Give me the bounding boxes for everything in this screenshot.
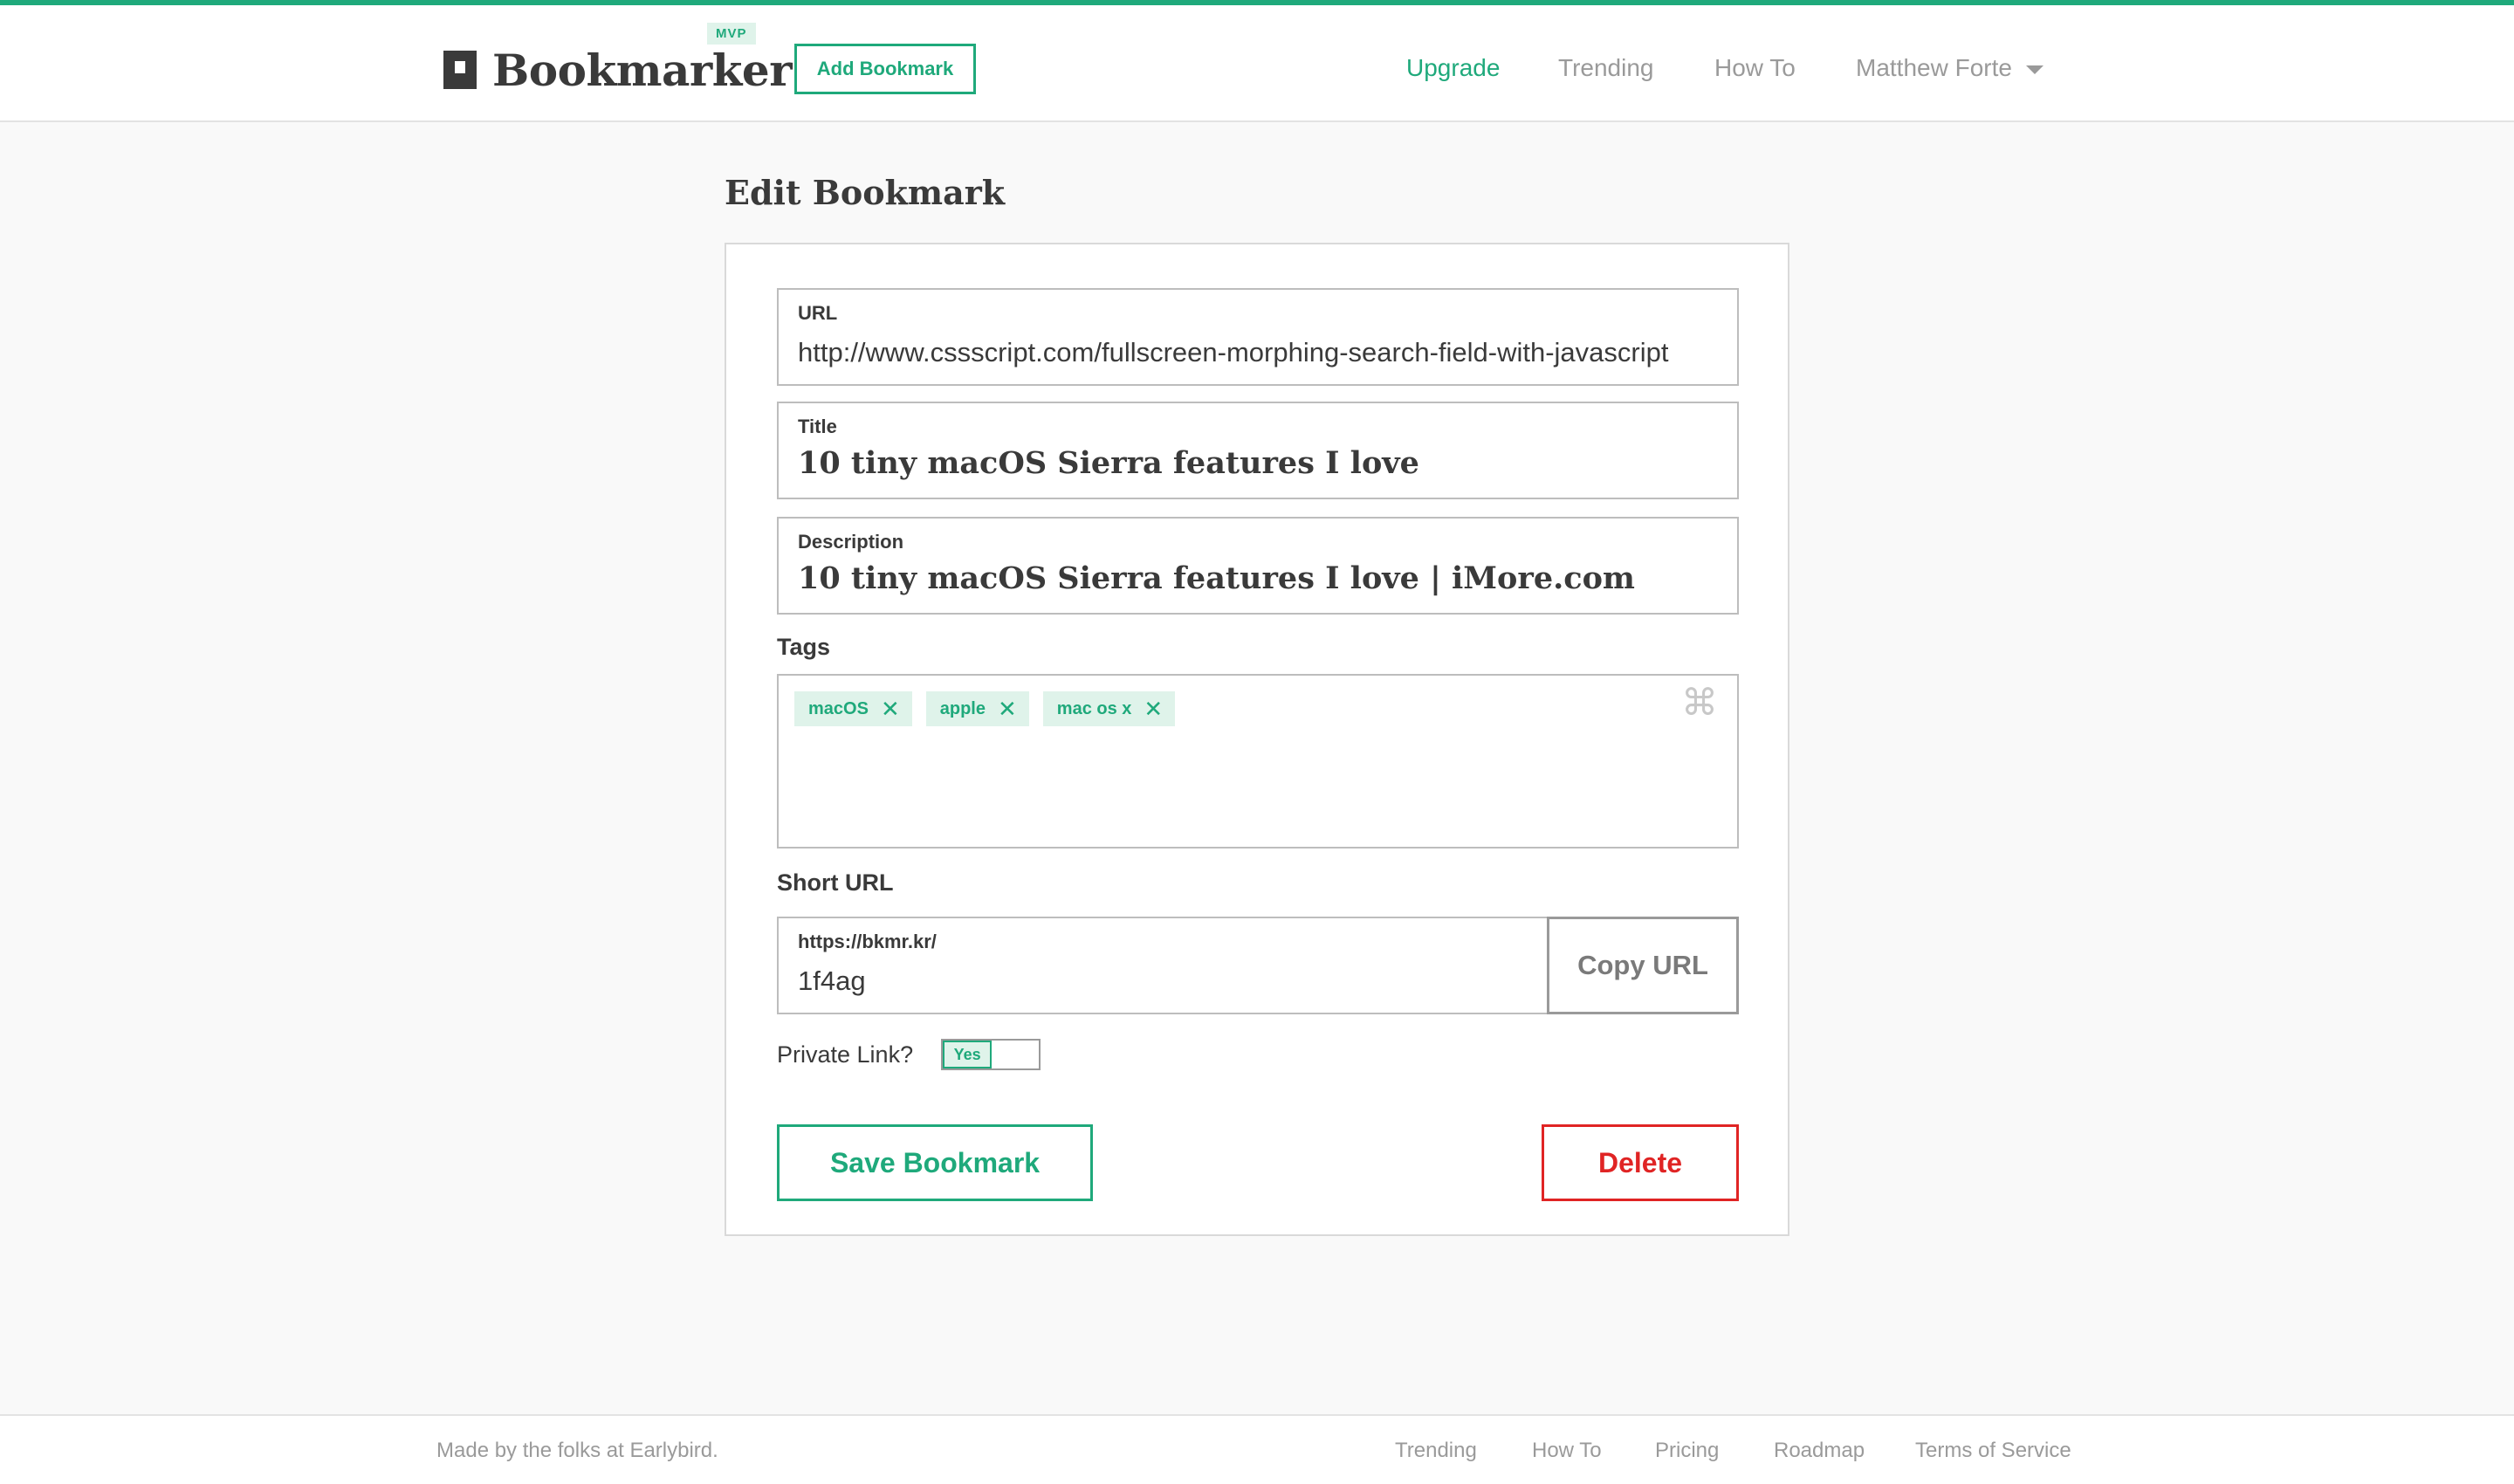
footer: Made by the folks at Earlybird. Trending… — [0, 1414, 2514, 1484]
copy-url-button[interactable]: Copy URL — [1547, 917, 1739, 1014]
chevron-down-icon — [2025, 65, 2043, 74]
url-field[interactable]: URL http://www.cssscript.com/fullscreen-… — [777, 288, 1739, 386]
command-key-icon: ⌘ — [1681, 682, 1718, 723]
edit-bookmark-card: URL http://www.cssscript.com/fullscreen-… — [725, 243, 1789, 1236]
delete-button[interactable]: Delete — [1542, 1124, 1739, 1201]
close-icon[interactable]: ✕ — [1144, 697, 1163, 720]
footer-link-roadmap[interactable]: Roadmap — [1774, 1439, 1865, 1463]
page-title: Edit Bookmark — [725, 173, 1006, 212]
footer-credit: Made by the folks at Earlybird. — [436, 1439, 718, 1462]
tag-label: macOS — [808, 698, 869, 718]
user-menu[interactable]: Matthew Forte — [1856, 54, 2043, 82]
logo-text: Bookmarker — [492, 44, 793, 96]
private-link-row: Private Link? Yes — [777, 1039, 1041, 1070]
mvp-badge: MVP — [707, 23, 756, 45]
private-link-toggle[interactable]: Yes — [941, 1039, 1041, 1070]
close-icon[interactable]: ✕ — [881, 697, 900, 720]
tag-chip: apple ✕ — [925, 691, 1029, 726]
close-icon[interactable]: ✕ — [998, 697, 1017, 720]
logo[interactable]: Bookmarker — [443, 44, 793, 96]
header: Bookmarker MVP Add Bookmark Upgrade Tren… — [0, 5, 2514, 122]
tag-list: macOS ✕ apple ✕ mac os x ✕ — [794, 691, 1176, 726]
title-label: Title — [798, 416, 837, 437]
private-link-label: Private Link? — [777, 1041, 914, 1068]
footer-link-trending[interactable]: Trending — [1395, 1439, 1477, 1463]
nav-upgrade[interactable]: Upgrade — [1406, 54, 1500, 82]
description-input[interactable]: 10 tiny macOS Sierra features I love | i… — [798, 560, 1727, 596]
save-bookmark-button[interactable]: Save Bookmark — [777, 1124, 1093, 1201]
tags-input[interactable]: macOS ✕ apple ✕ mac os x ✕ ⌘ — [777, 674, 1739, 848]
short-url-prefix: https://bkmr.kr/ — [798, 931, 937, 952]
description-label: Description — [798, 531, 904, 553]
url-label: URL — [798, 302, 838, 324]
footer-link-how-to[interactable]: How To — [1532, 1439, 1602, 1463]
tag-label: mac os x — [1056, 698, 1132, 718]
toggle-yes: Yes — [943, 1041, 993, 1068]
add-bookmark-button[interactable]: Add Bookmark — [794, 44, 976, 94]
tag-chip: macOS ✕ — [794, 691, 912, 726]
tag-label: apple — [939, 698, 986, 718]
user-name: Matthew Forte — [1856, 54, 2012, 81]
footer-link-pricing[interactable]: Pricing — [1655, 1439, 1719, 1463]
title-field[interactable]: Title 10 tiny macOS Sierra features I lo… — [777, 402, 1739, 499]
tags-label: Tags — [777, 634, 831, 660]
short-url-label: Short URL — [777, 869, 894, 896]
tag-chip: mac os x ✕ — [1042, 691, 1176, 726]
nav-how-to[interactable]: How To — [1714, 54, 1796, 82]
url-input[interactable]: http://www.cssscript.com/fullscreen-morp… — [798, 337, 1727, 368]
description-field[interactable]: Description 10 tiny macOS Sierra feature… — [777, 517, 1739, 615]
bookmark-logo-icon — [443, 51, 477, 89]
short-url-field[interactable]: https://bkmr.kr/ 1f4ag — [777, 917, 1547, 1014]
short-url-input[interactable]: 1f4ag — [798, 965, 1531, 997]
nav-trending[interactable]: Trending — [1558, 54, 1653, 82]
title-input[interactable]: 10 tiny macOS Sierra features I love — [798, 445, 1727, 481]
footer-link-terms[interactable]: Terms of Service — [1915, 1439, 2071, 1463]
